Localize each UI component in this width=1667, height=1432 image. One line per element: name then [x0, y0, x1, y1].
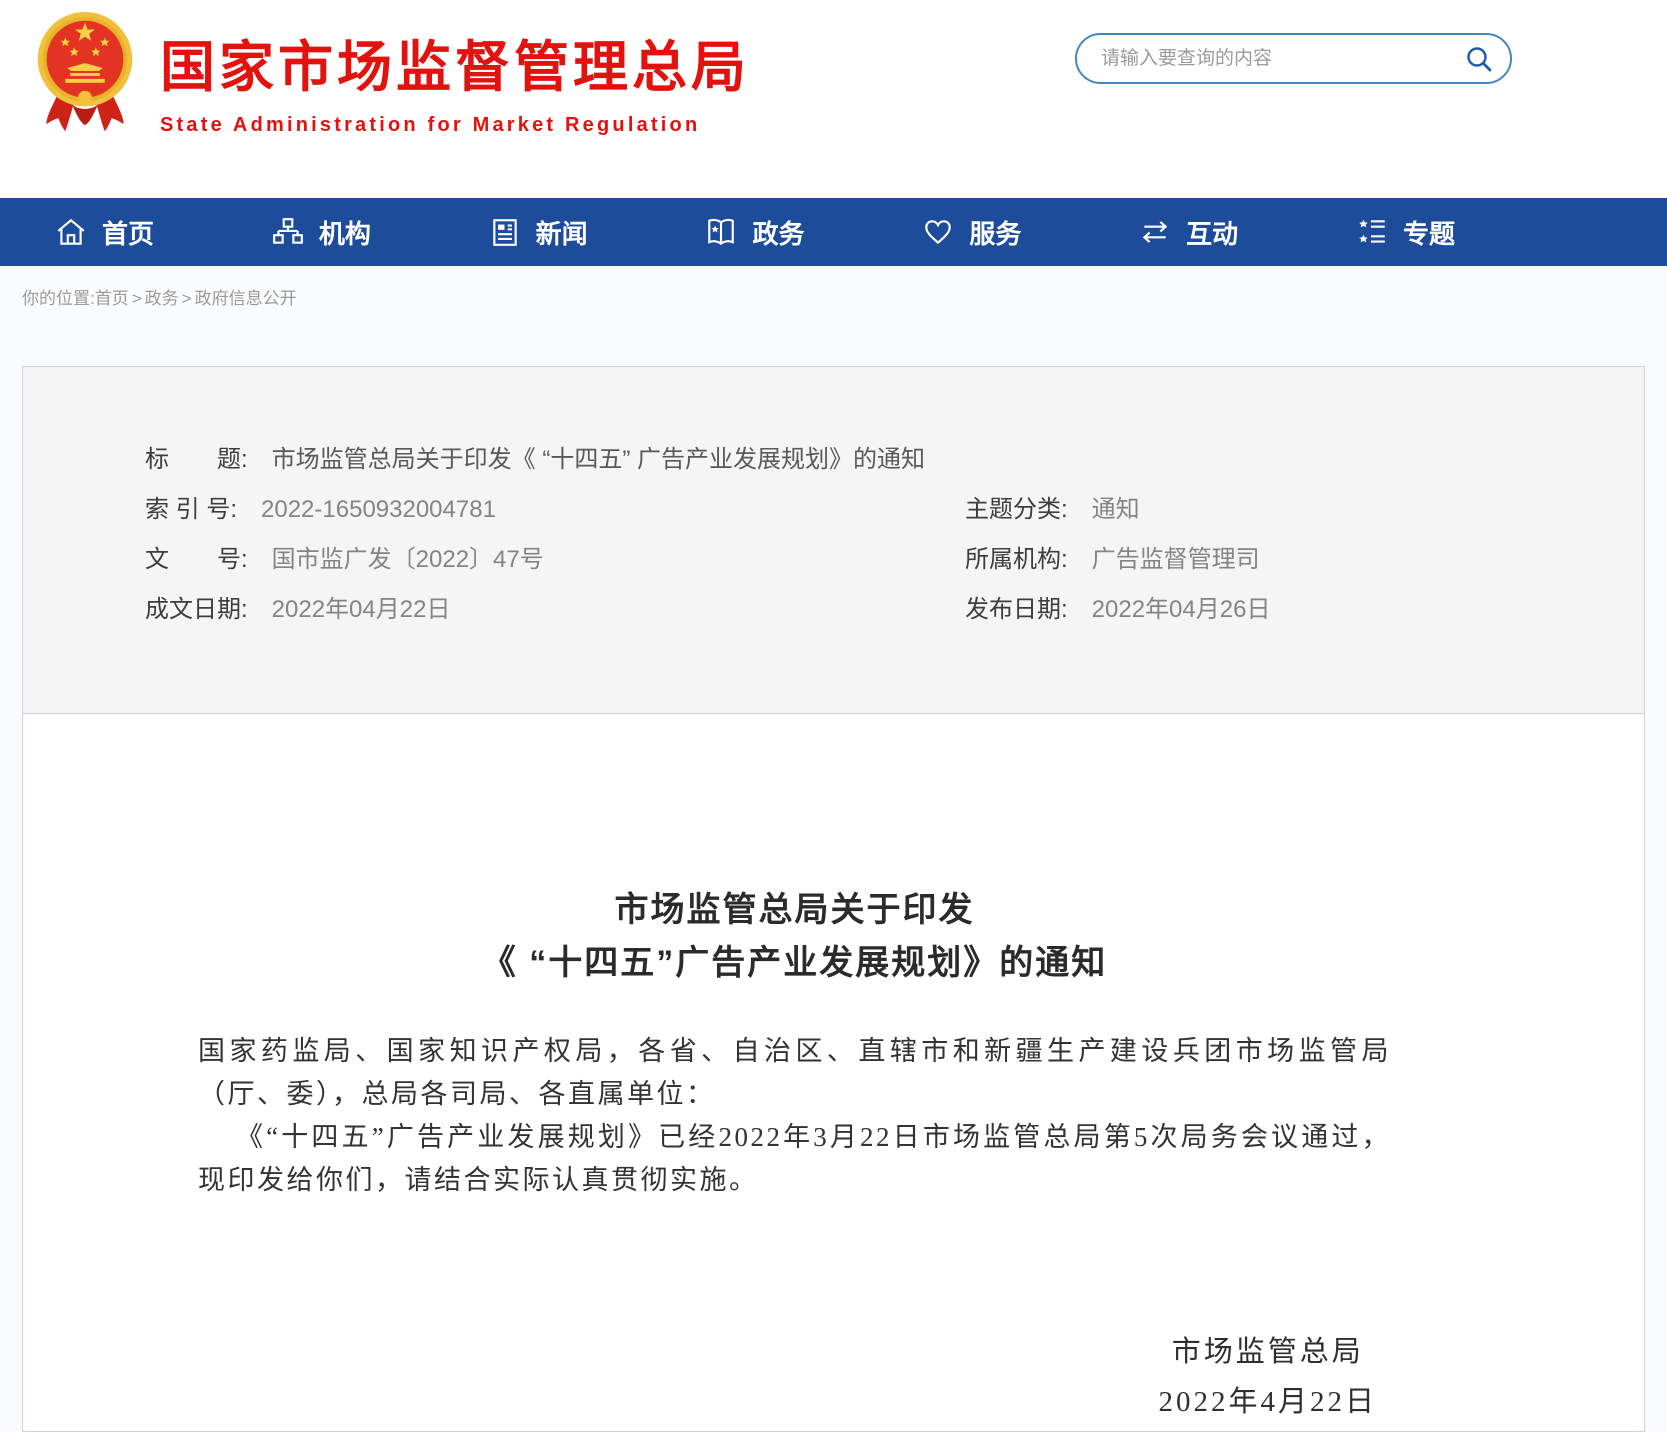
meta-date-written-label: 成文日期:	[145, 595, 248, 625]
search-button[interactable]	[1464, 44, 1494, 74]
site-title-cn: 国家市场监督管理总局	[160, 22, 750, 102]
nav-label: 互动	[1186, 214, 1238, 251]
nav-label: 新闻	[536, 214, 588, 251]
breadcrumb-link-info-disclosure[interactable]: 政府信息公开	[195, 289, 297, 308]
meta-date-pub-value: 2022年04月26日	[1092, 595, 1271, 625]
national-emblem-logo[interactable]	[35, 8, 135, 136]
nav-label: 专题	[1403, 214, 1455, 251]
document-title: 市场监管总局关于印发《 “十四五”广告产业发展规划》的通知	[198, 714, 1391, 990]
document-meta-panel: 标 题: 市场监管总局关于印发《 “十四五” 广告产业发展规划》的通知 索 引 …	[22, 366, 1645, 714]
swap-arrows-icon	[1139, 216, 1171, 248]
document-paragraph-body: 《“十四五”广告产业发展规划》已经2022年3月22日市场监管总局第5次局务会议…	[198, 1116, 1391, 1202]
meta-date-written-value: 2022年04月22日	[272, 595, 451, 625]
signature-org: 市场监管总局	[1158, 1327, 1377, 1377]
document-body: 市场监管总局关于印发《 “十四五”广告产业发展规划》的通知 国家药监局、国家知识…	[22, 714, 1645, 1432]
nav-label: 政务	[752, 214, 804, 251]
breadcrumb-prefix: 你的位置:	[22, 289, 95, 308]
nav-item-gov-affairs[interactable]: 政务	[705, 214, 804, 251]
meta-category-value: 通知	[1092, 495, 1140, 525]
organization-chart-icon	[272, 216, 304, 248]
site-title-en: State Administration for Market Regulati…	[160, 114, 750, 137]
document-title-line2: 《 “十四五”广告产业发展规划》的通知	[482, 944, 1107, 982]
breadcrumb-separator: >	[182, 289, 192, 308]
search-box	[1075, 33, 1512, 84]
search-icon	[1464, 44, 1494, 74]
breadcrumb-separator: >	[132, 289, 142, 308]
book-star-icon	[705, 216, 737, 248]
meta-org-value: 广告监督管理司	[1092, 545, 1260, 575]
main-nav: 首页 机构 新闻 政务	[0, 198, 1667, 266]
meta-category-label: 主题分类:	[965, 495, 1068, 525]
nav-item-services[interactable]: 服务	[922, 214, 1021, 251]
nav-item-news[interactable]: 新闻	[489, 214, 588, 251]
nav-label: 机构	[319, 214, 371, 251]
home-icon	[55, 216, 87, 248]
meta-row-docnum: 文 号: 国市监广发〔2022〕47号 所属机构: 广告监督管理司	[145, 545, 1604, 575]
nav-item-interaction[interactable]: 互动	[1139, 214, 1238, 251]
meta-index-value: 2022-1650932004781	[261, 495, 496, 525]
nav-item-topics[interactable]: 专题	[1356, 214, 1455, 251]
document-title-line1: 市场监管总局关于印发	[615, 891, 975, 929]
meta-row-dates: 成文日期: 2022年04月22日 发布日期: 2022年04月26日	[145, 595, 1604, 625]
breadcrumb-link-gov[interactable]: 政务	[145, 289, 179, 308]
signature-block: 市场监管总局 2022年4月22日	[198, 1327, 1391, 1427]
breadcrumb: 你的位置:首页>政务>政府信息公开	[0, 266, 1667, 323]
nav-item-organization[interactable]: 机构	[272, 214, 371, 251]
meta-docnum-value: 国市监广发〔2022〕47号	[272, 545, 544, 575]
meta-index-label: 索 引 号:	[145, 495, 237, 525]
site-title-block: 国家市场监督管理总局 State Administration for Mark…	[160, 22, 750, 137]
nav-label: 首页	[102, 214, 154, 251]
document-paragraph-recipients: 国家药监局、国家知识产权局，各省、自治区、直辖市和新疆生产建设兵团市场监管局（厅…	[198, 1030, 1391, 1116]
meta-title-value: 市场监管总局关于印发《 “十四五” 广告产业发展规划》的通知	[272, 445, 925, 475]
nav-label: 服务	[969, 214, 1021, 251]
heart-icon	[922, 216, 954, 248]
meta-title-label: 标 题:	[145, 445, 248, 475]
breadcrumb-link-home[interactable]: 首页	[95, 289, 129, 308]
meta-date-pub-label: 发布日期:	[965, 595, 1068, 625]
meta-org-label: 所属机构:	[965, 545, 1068, 575]
signature-date: 2022年4月22日	[1158, 1377, 1377, 1427]
nav-item-home[interactable]: 首页	[55, 214, 154, 251]
news-document-icon	[489, 216, 521, 248]
search-input[interactable]	[1101, 48, 1464, 70]
meta-row-index: 索 引 号: 2022-1650932004781 主题分类: 通知	[145, 495, 1604, 525]
site-header: 国家市场监督管理总局 State Administration for Mark…	[0, 0, 1667, 198]
meta-row-title: 标 题: 市场监管总局关于印发《 “十四五” 广告产业发展规划》的通知	[145, 445, 1604, 475]
meta-docnum-label: 文 号:	[145, 545, 248, 575]
star-list-icon	[1356, 216, 1388, 248]
